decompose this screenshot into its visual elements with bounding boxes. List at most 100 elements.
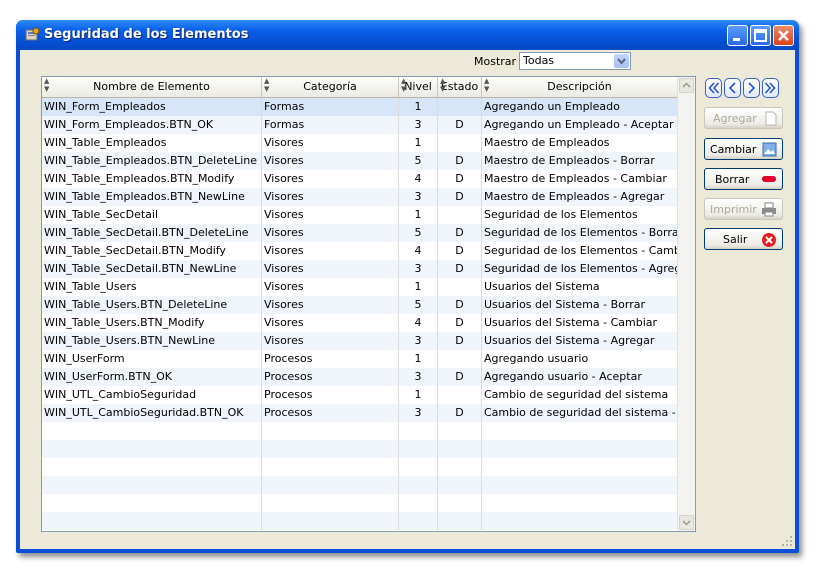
empty-table-row: [42, 458, 678, 476]
cell-descripcion: Agregando un Empleado: [482, 98, 678, 116]
cell-nombre: WIN_Table_SecDetail.BTN_Modify: [42, 242, 262, 260]
table-row[interactable]: WIN_UTL_CambioSeguridad Procesos 1 Cambio d…: [42, 386, 678, 404]
table-row[interactable]: WIN_Table_Empleados.BTN_DeleteLine Visore…: [42, 152, 678, 170]
cell-estado: D: [438, 188, 482, 206]
cell-estado: D: [438, 224, 482, 242]
sort-icon: ▲ ▼: [44, 77, 50, 93]
table-body: WIN_Form_Empleados Formas 1 Agregando un Em…: [42, 98, 678, 530]
sort-icon: ▲ ▼: [484, 77, 490, 93]
borrar-label: Borrar: [715, 173, 750, 186]
first-record-button[interactable]: [705, 78, 722, 98]
cell-nivel: 3: [399, 260, 438, 278]
column-header-label: Estado: [440, 80, 479, 93]
salir-button[interactable]: Salir: [704, 228, 783, 250]
delete-icon: [762, 176, 776, 182]
table-row[interactable]: WIN_UTL_CambioSeguridad.BTN_OK Procesos 3 D…: [42, 404, 678, 422]
cell-estado: D: [438, 170, 482, 188]
cell-categoria: Visores: [262, 278, 399, 296]
table-row[interactable]: WIN_Table_Users.BTN_Modify Visores 4 D Usuar…: [42, 314, 678, 332]
maximize-button[interactable]: [750, 25, 771, 46]
table-row[interactable]: WIN_Table_SecDetail Visores 1 Seguridad de …: [42, 206, 678, 224]
minimize-icon: [733, 38, 740, 41]
cell-nombre: WIN_UserForm: [42, 350, 262, 368]
table-row[interactable]: WIN_Form_Empleados Formas 1 Agregando un Em…: [42, 98, 678, 116]
imprimir-button[interactable]: Imprimir: [704, 198, 783, 220]
table-row[interactable]: WIN_Table_SecDetail.BTN_Modify Visores 4 D S…: [42, 242, 678, 260]
cell-nombre: [42, 458, 262, 476]
filter-dropdown[interactable]: Todas: [519, 52, 631, 70]
cell-descripcion: Usuarios del Sistema: [482, 278, 678, 296]
table-row[interactable]: WIN_UserForm Procesos 1 Agregando usuario: [42, 350, 678, 368]
sort-icon: ▲ ▼: [401, 77, 407, 93]
elements-table[interactable]: ▲ ▼ Nombre de Elemento ▲ ▼ Categoría ▲ ▼ Nivel…: [41, 76, 696, 532]
cell-estado: [438, 134, 482, 152]
cell-categoria: [262, 458, 399, 476]
chevron-left-icon: [728, 82, 736, 94]
cell-nivel: [399, 494, 438, 512]
cell-nivel: 1: [399, 206, 438, 224]
cell-nivel: 5: [399, 152, 438, 170]
agregar-button[interactable]: Agregar: [704, 107, 783, 129]
cell-descripcion: [482, 458, 678, 476]
cell-nombre: [42, 422, 262, 440]
cell-estado: D: [438, 152, 482, 170]
table-row[interactable]: WIN_Table_Empleados Visores 1 Maestro de Em…: [42, 134, 678, 152]
cell-descripcion: Seguridad de los Elementos: [482, 206, 678, 224]
cell-nombre: [42, 440, 262, 458]
last-record-button[interactable]: [762, 78, 779, 98]
edit-picture-icon: [762, 142, 777, 157]
table-row[interactable]: WIN_UserForm.BTN_OK Procesos 3 D Agregando u…: [42, 368, 678, 386]
cell-descripcion: [482, 440, 678, 458]
cell-descripcion: Usuarios del Sistema - Agregar: [482, 332, 678, 350]
cambiar-button[interactable]: Cambiar: [704, 138, 783, 160]
borrar-button[interactable]: Borrar: [704, 168, 783, 190]
title-bar[interactable]: Seguridad de los Elementos: [16, 20, 799, 50]
cell-descripcion: Maestro de Empleados: [482, 134, 678, 152]
cell-nombre: WIN_UTL_CambioSeguridad: [42, 386, 262, 404]
close-button[interactable]: [773, 25, 794, 46]
column-header-nombre[interactable]: ▲ ▼ Nombre de Elemento: [42, 77, 262, 97]
cell-categoria: Visores: [262, 332, 399, 350]
column-header-label: Categoría: [303, 80, 357, 93]
cell-categoria: Visores: [262, 260, 399, 278]
filter-label: Mostrar: [474, 55, 517, 68]
table-row[interactable]: WIN_Table_Empleados.BTN_NewLine Visores 3 D…: [42, 188, 678, 206]
table-row[interactable]: WIN_Table_Users.BTN_DeleteLine Visores 5 D U…: [42, 296, 678, 314]
column-header-estado[interactable]: ▲ ▼ Estado: [438, 77, 482, 97]
cell-categoria: Visores: [262, 188, 399, 206]
table-row[interactable]: WIN_Form_Empleados.BTN_OK Formas 3 D Agregan…: [42, 116, 678, 134]
filter-selected-value: Todas: [523, 54, 555, 67]
chevron-down-icon[interactable]: [614, 54, 629, 68]
chevron-down-icon: [682, 520, 691, 526]
cell-nivel: 1: [399, 278, 438, 296]
scroll-down-button[interactable]: [679, 515, 694, 530]
column-header-nivel[interactable]: ▲ ▼ Nivel: [399, 77, 438, 97]
cell-nombre: [42, 512, 262, 530]
column-header-categoria[interactable]: ▲ ▼ Categoría: [262, 77, 399, 97]
resize-grip-icon[interactable]: [781, 535, 793, 547]
table-row[interactable]: WIN_Table_Users.BTN_NewLine Visores 3 D Usua…: [42, 332, 678, 350]
vertical-scrollbar[interactable]: [677, 77, 695, 531]
previous-record-button[interactable]: [724, 78, 741, 98]
empty-table-row: [42, 422, 678, 440]
minimize-button[interactable]: [727, 25, 748, 46]
cell-estado: [438, 476, 482, 494]
scroll-up-button[interactable]: [679, 78, 694, 93]
table-row[interactable]: WIN_Table_SecDetail.BTN_NewLine Visores 3 D…: [42, 260, 678, 278]
cell-categoria: Procesos: [262, 368, 399, 386]
table-row[interactable]: WIN_Table_Users Visores 1 Usuarios del Sist…: [42, 278, 678, 296]
table-row[interactable]: WIN_Table_SecDetail.BTN_DeleteLine Visore…: [42, 224, 678, 242]
cell-categoria: Visores: [262, 314, 399, 332]
column-header-descripcion[interactable]: ▲ ▼ Descripción: [482, 77, 678, 97]
cell-estado: D: [438, 314, 482, 332]
next-record-button[interactable]: [743, 78, 760, 98]
cell-nivel: [399, 440, 438, 458]
cell-estado: D: [438, 242, 482, 260]
cell-descripcion: Seguridad de los Elementos - Cambiar: [482, 242, 678, 260]
cell-estado: [438, 278, 482, 296]
app-window: Seguridad de los Elementos Mostrar Todas…: [16, 20, 799, 553]
cell-categoria: Visores: [262, 152, 399, 170]
cell-nivel: [399, 458, 438, 476]
empty-table-row: [42, 440, 678, 458]
table-row[interactable]: WIN_Table_Empleados.BTN_Modify Visores 4 D M…: [42, 170, 678, 188]
